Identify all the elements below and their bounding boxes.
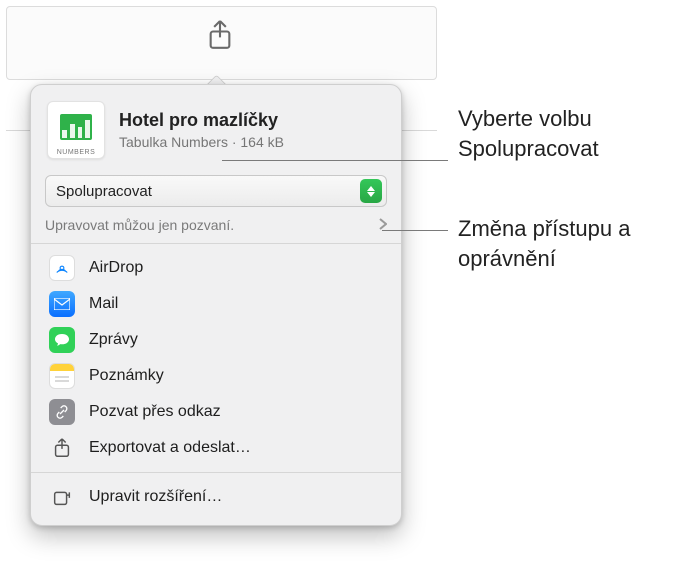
callout-change-access: Změna přístupu a oprávnění xyxy=(458,214,668,273)
document-header: NUMBERS Hotel pro mazlíčky Tabulka Numbe… xyxy=(31,85,401,169)
document-subtitle: Tabulka Numbers · 164 kB xyxy=(119,134,284,150)
share-item-invite-link[interactable]: Pozvat přes odkaz xyxy=(31,394,401,430)
callout-leader-line xyxy=(222,160,448,161)
messages-icon xyxy=(49,327,75,353)
edit-extensions-label: Upravit rozšíření… xyxy=(89,488,222,506)
document-meta: Hotel pro mazlíčky Tabulka Numbers · 164… xyxy=(119,110,284,150)
share-item-notes[interactable]: Poznámky xyxy=(31,358,401,394)
collaborate-mode-value: Spolupracovat xyxy=(56,183,152,200)
callout-leader-line xyxy=(382,230,448,231)
share-popover: NUMBERS Hotel pro mazlíčky Tabulka Numbe… xyxy=(30,84,402,526)
access-permissions-label: Upravovat můžou jen pozvaní. xyxy=(45,217,234,233)
notes-icon xyxy=(49,363,75,389)
share-item-label: Pozvat přes odkaz xyxy=(89,403,221,421)
share-item-messages[interactable]: Zprávy xyxy=(31,322,401,358)
share-target-list: AirDrop Mail Zprávy Poznámky Pozvat přes… xyxy=(31,246,401,470)
share-icon xyxy=(195,18,245,57)
link-icon xyxy=(49,399,75,425)
share-toolbar-button[interactable]: Sdílet xyxy=(195,18,245,57)
collaborate-mode-select[interactable]: Spolupracovat xyxy=(45,175,387,207)
callout-select-collaborate: Vyberte volbu Spolupracovat xyxy=(458,104,668,163)
select-stepper-icon xyxy=(360,179,382,203)
share-item-label: Poznámky xyxy=(89,367,164,385)
share-item-label: Zprávy xyxy=(89,331,138,349)
share-item-export-send[interactable]: Exportovat a odeslat… xyxy=(31,430,401,466)
numbers-document-icon: NUMBERS xyxy=(47,101,105,159)
share-item-mail[interactable]: Mail xyxy=(31,286,401,322)
divider xyxy=(31,243,401,244)
export-icon xyxy=(49,435,75,461)
document-title: Hotel pro mazlíčky xyxy=(119,110,284,132)
mail-icon xyxy=(49,291,75,317)
share-item-label: AirDrop xyxy=(89,259,143,277)
divider xyxy=(31,472,401,473)
share-item-label: Exportovat a odeslat… xyxy=(89,439,251,457)
doc-app-tag: NUMBERS xyxy=(48,149,104,156)
airdrop-icon xyxy=(49,255,75,281)
access-permissions-row[interactable]: Upravovat můžou jen pozvaní. xyxy=(45,217,387,233)
share-item-airdrop[interactable]: AirDrop xyxy=(31,250,401,286)
edit-extensions-item[interactable]: Upravit rozšíření… xyxy=(31,479,401,515)
extension-icon xyxy=(49,484,75,510)
share-item-label: Mail xyxy=(89,295,118,313)
